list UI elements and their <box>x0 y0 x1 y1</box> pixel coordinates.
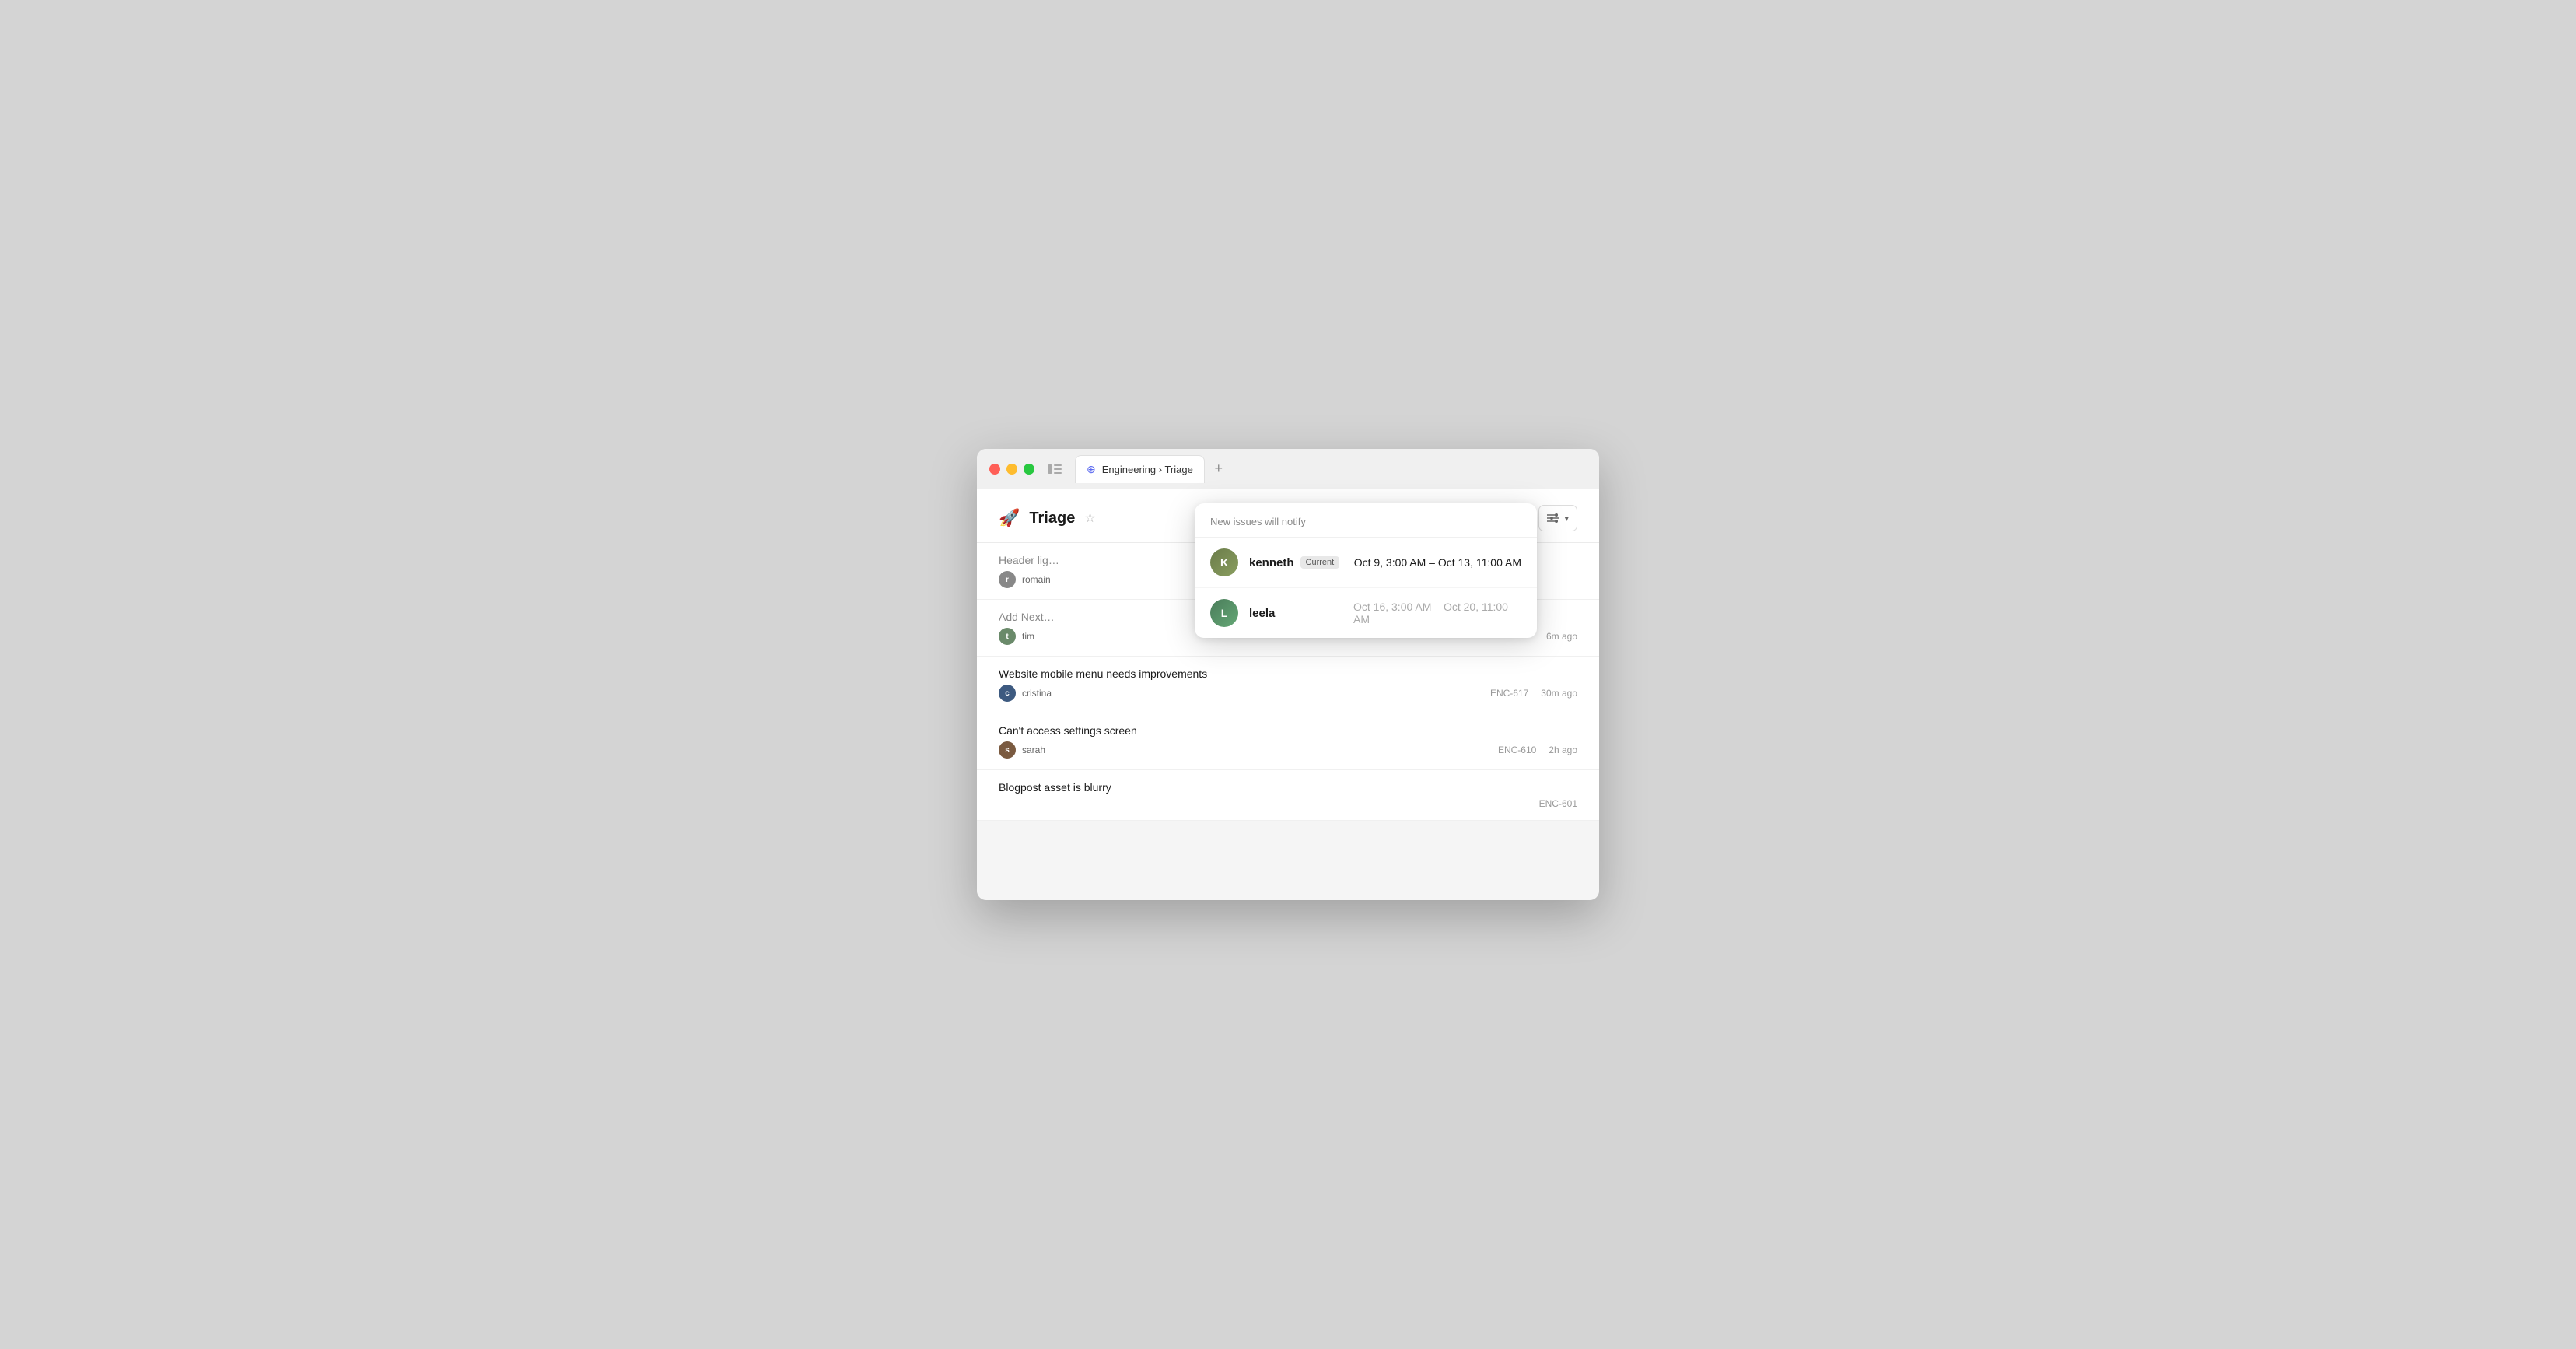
page-title-icon: 🚀 <box>999 508 1020 528</box>
titlebar: ⊕ Engineering › Triage + <box>977 449 1599 489</box>
popover-date-kenneth: Oct 9, 3:00 AM – Oct 13, 11:00 AM <box>1354 556 1521 569</box>
issue-author: r romain <box>999 571 1051 588</box>
maximize-button[interactable] <box>1024 464 1034 475</box>
issue-id-time: ENC-601 <box>1539 798 1577 809</box>
issue-author: c cristina <box>999 685 1052 702</box>
author-name: cristina <box>1022 688 1052 699</box>
issue-time: 30m ago <box>1541 688 1577 699</box>
issue-id: ENC-601 <box>1539 798 1577 809</box>
author-name: sarah <box>1022 745 1045 755</box>
tab-bar: ⊕ Engineering › Triage + <box>1075 455 1587 483</box>
author-avatar: c <box>999 685 1016 702</box>
issue-title: Website mobile menu needs improvements <box>999 667 1577 680</box>
tab-icon: ⊕ <box>1087 463 1096 476</box>
app-window: ⊕ Engineering › Triage + 🚀 Triage ☆ K <box>977 449 1599 900</box>
issue-title: Can't access settings screen <box>999 724 1577 737</box>
minimize-button[interactable] <box>1006 464 1017 475</box>
issue-id-time: ENC-610 2h ago <box>1498 745 1577 755</box>
view-dropdown-arrow: ▾ <box>1564 513 1569 524</box>
favorite-button[interactable]: ☆ <box>1084 510 1095 526</box>
popover-name-kenneth: kenneth Current <box>1249 556 1342 569</box>
new-tab-button[interactable]: + <box>1208 458 1230 480</box>
popover-avatar-kenneth: K <box>1210 548 1238 576</box>
sidebar-toggle[interactable] <box>1044 458 1066 480</box>
oncall-popover: New issues will notify K kenneth Current… <box>1195 503 1537 638</box>
issue-id-time: ENC-617 30m ago <box>1490 688 1577 699</box>
issue-title: Blogpost asset is blurry <box>999 781 1577 794</box>
issue-id: ENC-610 <box>1498 745 1536 755</box>
view-options-button[interactable]: ▾ <box>1538 505 1577 531</box>
popover-name-leela: leela <box>1249 607 1342 620</box>
author-name: tim <box>1022 631 1034 642</box>
popover-row-leela[interactable]: L leela Oct 16, 3:00 AM – Oct 20, 11:00 … <box>1195 588 1537 638</box>
issue-id-time: 6m ago <box>1546 631 1577 642</box>
popover-date-leela: Oct 16, 3:00 AM – Oct 20, 11:00 AM <box>1353 601 1521 625</box>
author-avatar: s <box>999 741 1016 759</box>
popover-header: New issues will notify <box>1195 503 1537 538</box>
popover-row-kenneth[interactable]: K kenneth Current Oct 9, 3:00 AM – Oct 1… <box>1195 538 1537 588</box>
traffic-lights <box>989 464 1034 475</box>
issue-meta: s sarah ENC-610 2h ago <box>999 741 1577 759</box>
author-avatar: r <box>999 571 1016 588</box>
issue-item[interactable]: Blogpost asset is blurry ENC-601 <box>977 770 1599 821</box>
issue-author: t tim <box>999 628 1034 645</box>
active-tab[interactable]: ⊕ Engineering › Triage <box>1075 455 1205 483</box>
tab-label: Engineering › Triage <box>1102 464 1193 475</box>
author-name: romain <box>1022 574 1051 585</box>
issue-item[interactable]: Website mobile menu needs improvements c… <box>977 657 1599 713</box>
page-title: Triage <box>1029 510 1075 527</box>
issue-item[interactable]: Can't access settings screen s sarah ENC… <box>977 713 1599 770</box>
issue-id: ENC-617 <box>1490 688 1528 699</box>
popover-avatar-leela: L <box>1210 599 1238 627</box>
author-avatar: t <box>999 628 1016 645</box>
issue-meta: ENC-601 <box>999 798 1577 809</box>
issue-meta: c cristina ENC-617 30m ago <box>999 685 1577 702</box>
issue-author: s sarah <box>999 741 1045 759</box>
issue-time: 6m ago <box>1546 631 1577 642</box>
close-button[interactable] <box>989 464 1000 475</box>
current-badge: Current <box>1300 556 1340 569</box>
issue-time: 2h ago <box>1549 745 1577 755</box>
